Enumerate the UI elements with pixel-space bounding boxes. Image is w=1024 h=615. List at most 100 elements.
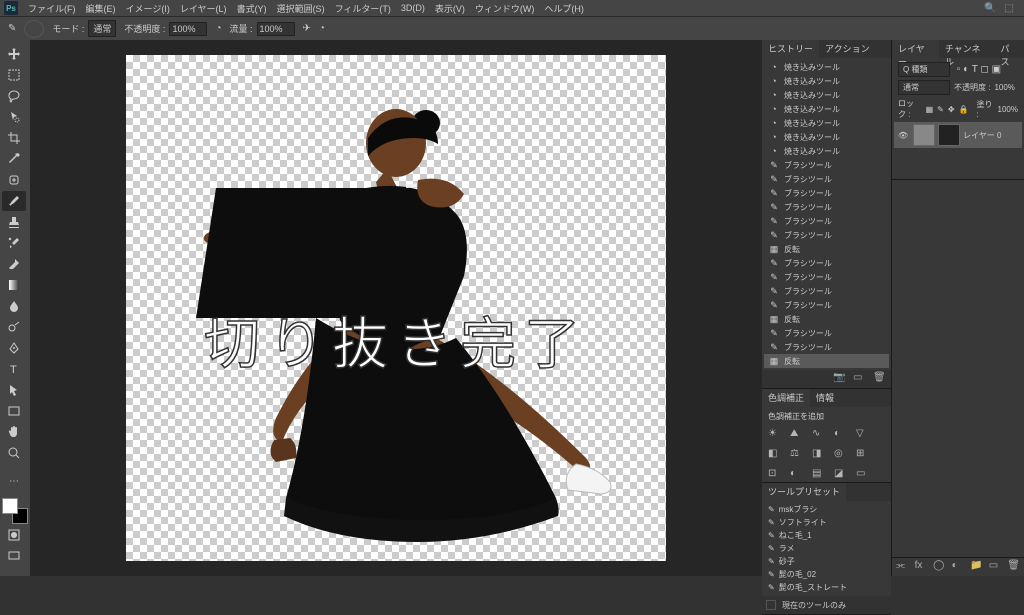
lock-all-icon[interactable]: 🔒 xyxy=(959,105,969,114)
group-icon[interactable]: 📁 xyxy=(970,560,983,574)
gradientmap-icon[interactable]: ▭ xyxy=(856,468,872,482)
history-item[interactable]: ◔焼き込みツール xyxy=(764,60,889,74)
menu-help[interactable]: ヘルプ(H) xyxy=(540,2,588,15)
tab-actions[interactable]: アクション xyxy=(819,40,876,58)
move-tool[interactable] xyxy=(2,44,26,64)
brush-tool[interactable] xyxy=(2,191,26,211)
eraser-tool[interactable] xyxy=(2,254,26,274)
blend-mode-dropdown[interactable]: 通常 xyxy=(898,80,950,95)
lock-pos-icon[interactable]: ✥ xyxy=(948,105,955,114)
visibility-icon[interactable]: 👁 xyxy=(898,131,910,140)
layer-name[interactable]: レイヤー 0 xyxy=(963,130,1001,141)
menu-select[interactable]: 選択範囲(S) xyxy=(273,2,329,15)
quick-select-tool[interactable] xyxy=(2,107,26,127)
heal-tool[interactable] xyxy=(2,170,26,190)
rectangle-tool[interactable] xyxy=(2,401,26,421)
screenmode-icon[interactable] xyxy=(2,546,26,566)
tab-tool-presets[interactable]: ツールプリセット xyxy=(762,483,846,501)
invert-icon[interactable]: ◐ xyxy=(790,468,806,482)
menu-image[interactable]: イメージ(I) xyxy=(122,2,174,15)
lock-trans-icon[interactable]: ▦ xyxy=(926,105,934,114)
lock-pixel-icon[interactable]: ✎ xyxy=(937,105,944,114)
flow-input[interactable] xyxy=(257,22,295,36)
tab-info[interactable]: 情報 xyxy=(810,389,840,407)
preset-item[interactable]: ✎mskブラシ xyxy=(764,503,889,516)
history-item[interactable]: ✎ブラシツール xyxy=(764,298,889,312)
preset-item[interactable]: ✎ソフトライト xyxy=(764,516,889,529)
tab-channels[interactable]: チャンネル xyxy=(939,40,995,58)
marquee-tool[interactable] xyxy=(2,65,26,85)
crop-tool[interactable] xyxy=(2,128,26,148)
colorbalance-icon[interactable]: ⚖ xyxy=(790,448,806,462)
path-select-tool[interactable] xyxy=(2,380,26,400)
layer-row[interactable]: 👁 レイヤー 0 xyxy=(894,122,1022,148)
history-item[interactable]: ✎ブラシツール xyxy=(764,256,889,270)
share-icon[interactable]: ⬚ xyxy=(1005,3,1014,14)
history-item[interactable]: ✎ブラシツール xyxy=(764,340,889,354)
preset-item[interactable]: ✎砂子 xyxy=(764,555,889,568)
menu-window[interactable]: ウィンドウ(W) xyxy=(471,2,539,15)
history-item[interactable]: ✎ブラシツール xyxy=(764,172,889,186)
menu-file[interactable]: ファイル(F) xyxy=(24,2,80,15)
pressure-opacity-icon[interactable]: ◔ xyxy=(215,23,221,34)
history-item[interactable]: ◔焼き込みツール xyxy=(764,130,889,144)
filter-type-icon[interactable]: T xyxy=(972,64,978,75)
fx-icon[interactable]: fx xyxy=(915,560,928,574)
channelmix-icon[interactable]: ⊞ xyxy=(856,448,872,462)
history-list[interactable]: ◔焼き込みツール◔焼き込みツール◔焼き込みツール◔焼き込みツール◔焼き込みツール… xyxy=(762,58,891,370)
history-item[interactable]: ✎ブラシツール xyxy=(764,326,889,340)
history-item[interactable]: ✎ブラシツール xyxy=(764,200,889,214)
history-item[interactable]: ▦反転 xyxy=(764,312,889,326)
zoom-tool[interactable] xyxy=(2,443,26,463)
menu-3d[interactable]: 3D(D) xyxy=(397,3,429,13)
bw-icon[interactable]: ◨ xyxy=(812,448,828,462)
delete-layer-icon[interactable]: 🗑 xyxy=(1007,560,1020,574)
preset-list[interactable]: ✎mskブラシ✎ソフトライト✎ねこ毛_1✎ラメ✎砂子✎髭の毛_02✎髭の毛_スト… xyxy=(762,501,891,596)
edit-toolbar-icon[interactable]: ⋯ xyxy=(2,471,26,491)
preset-item[interactable]: ✎髭の毛_ストレート xyxy=(764,581,889,594)
history-item[interactable]: ✎ブラシツール xyxy=(764,284,889,298)
filter-smart-icon[interactable]: ▣ xyxy=(992,64,1001,75)
brightness-icon[interactable]: ☀ xyxy=(768,428,784,442)
filter-adj-icon[interactable]: ◐ xyxy=(963,64,969,75)
gradient-tool[interactable] xyxy=(2,275,26,295)
filter-shape-icon[interactable]: ◻ xyxy=(980,64,988,75)
canvas-area[interactable]: 切り抜き完了 xyxy=(30,40,762,576)
menu-filter[interactable]: フィルター(T) xyxy=(331,2,395,15)
history-item[interactable]: ◔焼き込みツール xyxy=(764,102,889,116)
filter-pixel-icon[interactable]: ▫ xyxy=(957,64,961,75)
history-item[interactable]: ◔焼き込みツール xyxy=(764,88,889,102)
history-brush-tool[interactable] xyxy=(2,233,26,253)
type-tool[interactable]: T xyxy=(2,359,26,379)
lasso-tool[interactable] xyxy=(2,86,26,106)
pressure-size-icon[interactable]: ◔ xyxy=(319,23,325,34)
hue-icon[interactable]: ◧ xyxy=(768,448,784,462)
preset-item[interactable]: ✎ねこ毛_1 xyxy=(764,529,889,542)
opacity-input[interactable] xyxy=(169,22,207,36)
menu-type[interactable]: 書式(Y) xyxy=(233,2,271,15)
menu-edit[interactable]: 編集(E) xyxy=(82,2,120,15)
dodge-tool[interactable] xyxy=(2,317,26,337)
link-icon[interactable]: ⫘ xyxy=(896,560,909,574)
tab-paths[interactable]: パス xyxy=(994,40,1024,58)
fill-value[interactable]: 100% xyxy=(998,105,1018,114)
new-snapshot-icon[interactable]: ▭ xyxy=(853,372,867,386)
history-item[interactable]: ✎ブラシツール xyxy=(764,186,889,200)
history-item[interactable]: ◔焼き込みツール xyxy=(764,74,889,88)
history-item[interactable]: ✎ブラシツール xyxy=(764,228,889,242)
history-item[interactable]: ◔焼き込みツール xyxy=(764,144,889,158)
tab-adjustments[interactable]: 色調補正 xyxy=(762,389,810,407)
history-item[interactable]: ▦反転 xyxy=(764,242,889,256)
preset-item[interactable]: ✎ラメ xyxy=(764,542,889,555)
history-item[interactable]: ✎ブラシツール xyxy=(764,270,889,284)
stamp-tool[interactable] xyxy=(2,212,26,232)
history-item[interactable]: ▦反転 xyxy=(764,354,889,368)
mask-icon[interactable]: ◯ xyxy=(933,560,946,574)
hand-tool[interactable] xyxy=(2,422,26,442)
history-item[interactable]: ✎ブラシツール xyxy=(764,214,889,228)
brush-preset-icon[interactable] xyxy=(24,20,44,38)
menu-view[interactable]: 表示(V) xyxy=(431,2,469,15)
exposure-icon[interactable]: ◐ xyxy=(834,428,850,442)
photofilter-icon[interactable]: ◎ xyxy=(834,448,850,462)
new-layer-icon[interactable]: ▭ xyxy=(989,560,1002,574)
